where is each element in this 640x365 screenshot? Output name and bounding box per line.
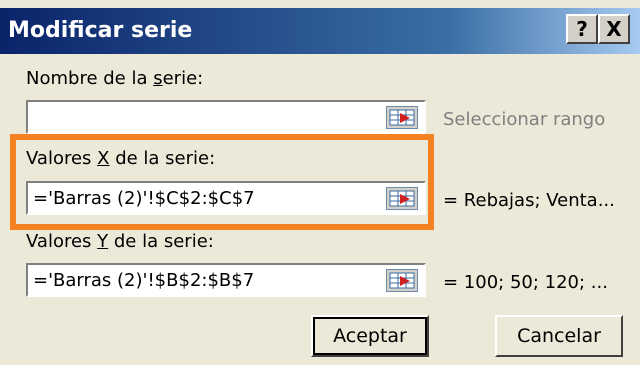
select-range-hint: Seleccionar rango xyxy=(443,109,606,130)
y-values-field[interactable]: ='Barras (2)'!$B$2:$B$7 xyxy=(26,263,426,297)
y-values-value: ='Barras (2)'!$B$2:$B$7 xyxy=(33,270,255,291)
title-bar[interactable]: Modificar serie ? X xyxy=(0,8,640,54)
range-picker-button[interactable] xyxy=(386,269,418,292)
y-values-preview: = 100; 50; 120; ... xyxy=(443,272,608,293)
dialog-title: Modificar serie xyxy=(8,18,193,43)
x-values-preview: = Rebajas; Venta... xyxy=(443,190,615,211)
accept-button[interactable]: Aceptar xyxy=(311,315,429,357)
collapse-dialog-icon xyxy=(389,272,415,289)
modify-series-dialog: Modificar serie ? X Nombre de la serie: … xyxy=(0,0,640,365)
x-values-highlight xyxy=(10,134,434,230)
close-button[interactable]: X xyxy=(598,14,630,44)
cancel-button[interactable]: Cancelar xyxy=(495,315,623,357)
range-picker-button[interactable] xyxy=(386,106,418,129)
series-name-field[interactable] xyxy=(26,100,426,134)
help-button[interactable]: ? xyxy=(566,14,598,44)
series-name-label: Nombre de la serie: xyxy=(26,68,204,89)
y-values-label: Valores Y de la serie: xyxy=(26,231,214,252)
collapse-dialog-icon xyxy=(389,109,415,126)
